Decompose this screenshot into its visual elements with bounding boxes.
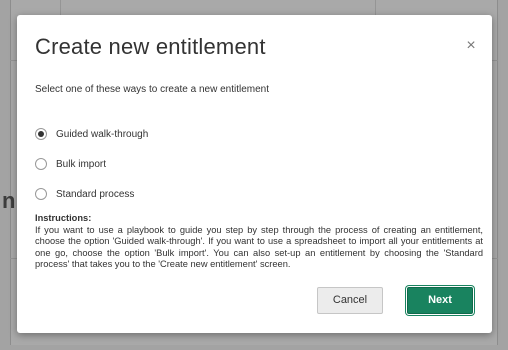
close-icon[interactable]: × <box>462 37 480 55</box>
background-divider <box>375 0 376 15</box>
create-entitlement-dialog: Create new entitlement × Select one of t… <box>17 15 492 333</box>
instructions-text: Instructions: If you want to use a playb… <box>35 213 483 271</box>
radio-bulk-import[interactable] <box>35 158 47 170</box>
instructions-body: If you want to use a playbook to guide y… <box>35 224 483 270</box>
cancel-button[interactable]: Cancel <box>317 287 383 314</box>
radio-standard-process[interactable] <box>35 188 47 200</box>
option-guided-walk-through[interactable]: Guided walk-through <box>35 119 148 149</box>
radio-guided-walk-through[interactable] <box>35 128 47 140</box>
dialog-subtitle: Select one of these ways to create a new… <box>35 84 270 95</box>
option-bulk-import[interactable]: Bulk import <box>35 149 148 179</box>
instructions-title: Instructions: <box>35 213 92 223</box>
option-label: Bulk import <box>56 158 107 170</box>
background-heading-fragment: n <box>2 188 16 213</box>
background-divider <box>60 0 61 15</box>
option-label: Standard process <box>56 188 135 200</box>
option-label: Guided walk-through <box>56 128 149 140</box>
option-standard-process[interactable]: Standard process <box>35 179 148 209</box>
dialog-title: Create new entitlement <box>35 34 266 59</box>
creation-method-options: Guided walk-through Bulk import Standard… <box>35 119 148 209</box>
next-button[interactable]: Next <box>407 287 473 314</box>
